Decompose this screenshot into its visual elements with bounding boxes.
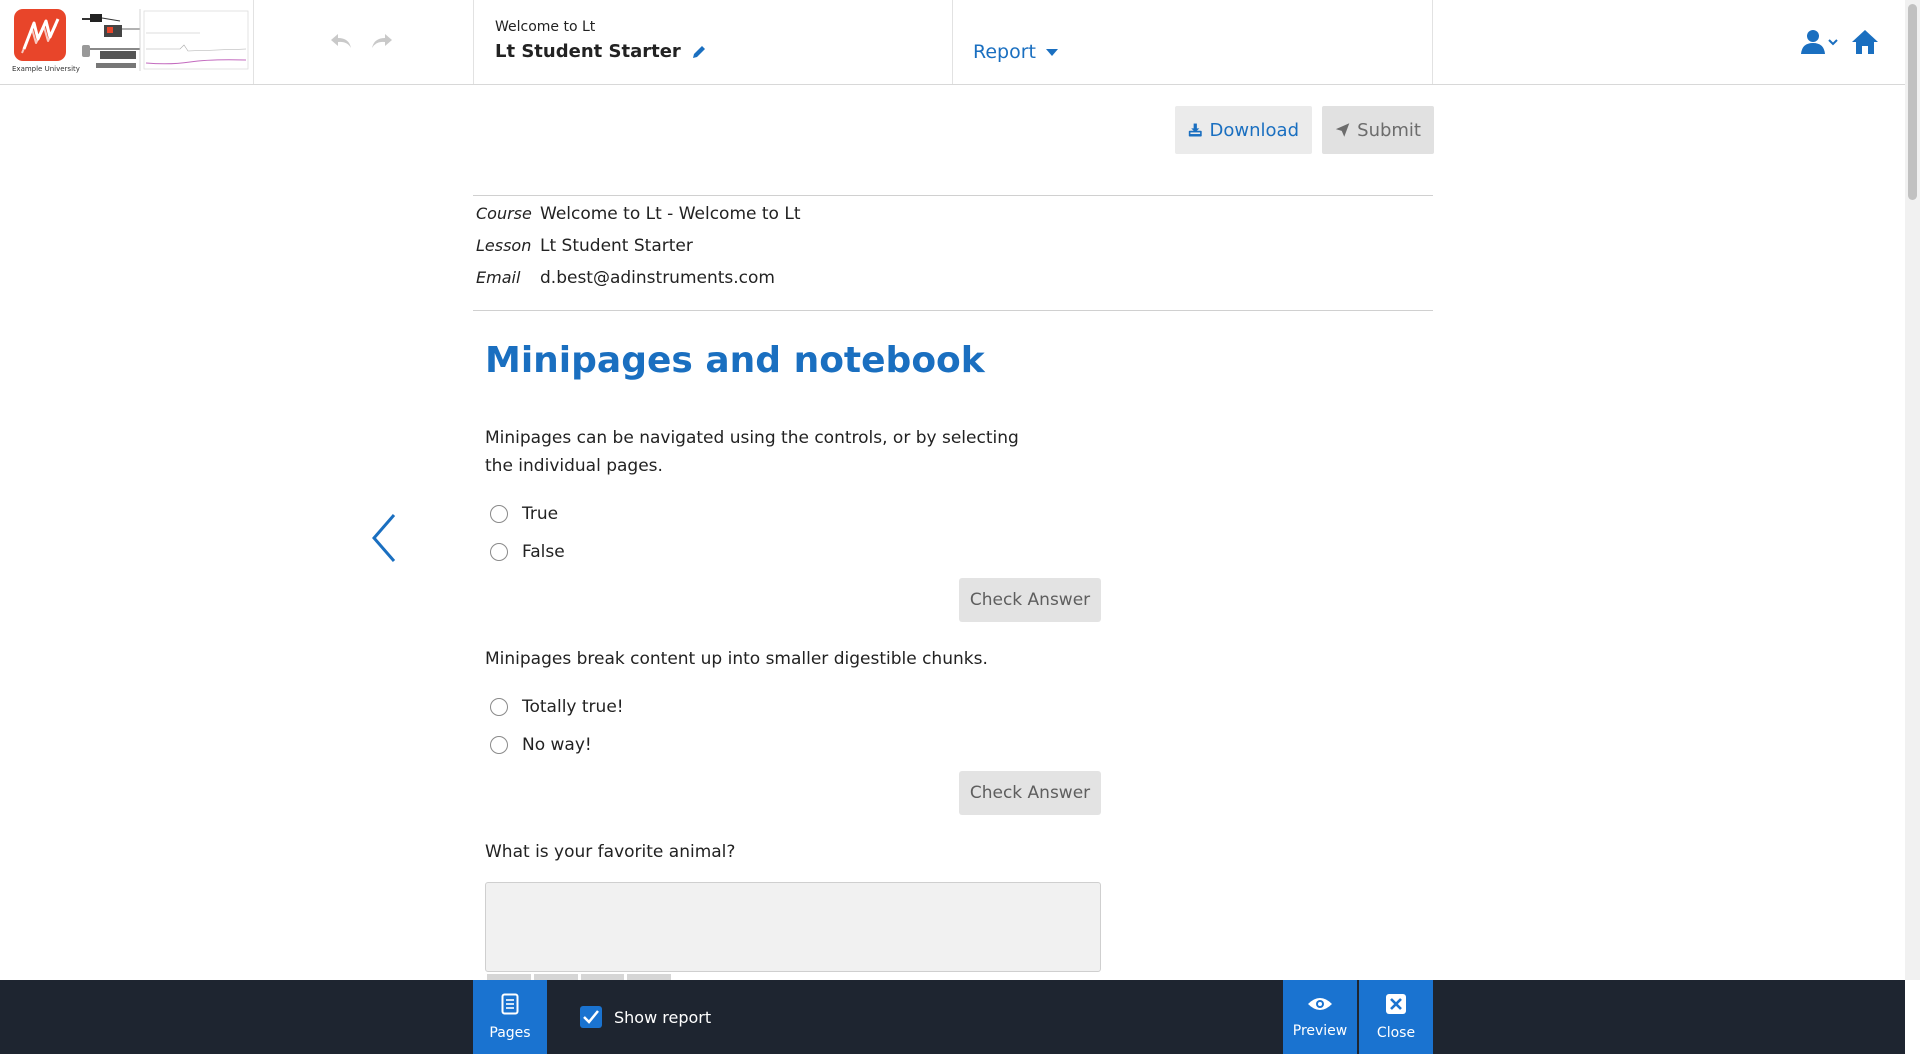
check-answer-button[interactable]: Check Answer <box>959 578 1101 622</box>
home-button[interactable] <box>1850 28 1880 56</box>
user-menu-button[interactable] <box>1800 28 1840 56</box>
option-totally-true[interactable]: Totally true! <box>490 697 624 717</box>
send-icon <box>1335 123 1350 137</box>
undo-button[interactable] <box>326 28 356 54</box>
redo-icon <box>372 34 392 48</box>
bottom-toolbar: Pages Show report Preview Close <box>0 980 1905 1054</box>
document-icon <box>501 993 519 1015</box>
report-label: Report <box>973 41 1036 63</box>
question-text: What is your favorite animal? <box>485 842 736 862</box>
meta-row-email: Email d.best@adinstruments.com <box>473 268 775 288</box>
check-answer-button[interactable]: Check Answer <box>959 771 1101 815</box>
lesson-title-area: Welcome to Lt Lt Student Starter <box>474 0 953 84</box>
meta-value: Lt Student Starter <box>540 236 693 256</box>
scrollbar-thumb[interactable] <box>1908 4 1917 200</box>
logo-caption: Example University <box>12 65 80 73</box>
show-report-checkbox[interactable] <box>580 1006 602 1028</box>
page-heading: Minipages and notebook <box>485 340 985 381</box>
option-label: Totally true! <box>522 697 624 717</box>
option-label: True <box>522 504 559 524</box>
redo-button[interactable] <box>367 28 397 54</box>
pages-label: Pages <box>489 1025 531 1041</box>
close-icon <box>1386 994 1406 1014</box>
page-title: Lt Student Starter <box>495 41 681 62</box>
checkmark-icon <box>583 1010 599 1024</box>
meta-value: d.best@adinstruments.com <box>540 268 775 288</box>
radio-button[interactable] <box>490 543 508 561</box>
radio-button[interactable] <box>490 736 508 754</box>
option-true[interactable]: True <box>490 504 558 524</box>
show-report-label: Show report <box>614 1007 712 1027</box>
pencil-icon[interactable] <box>691 44 707 60</box>
title-row: Lt Student Starter <box>495 41 707 62</box>
question-text: Minipages break content up into smaller … <box>485 649 988 669</box>
option-no-way[interactable]: No way! <box>490 735 592 755</box>
meta-key: Course <box>476 204 532 223</box>
pages-button[interactable]: Pages <box>473 980 547 1054</box>
logo-area[interactable]: Example University <box>0 0 254 84</box>
submit-label: Submit <box>1357 119 1421 141</box>
answer-text-area[interactable] <box>485 882 1101 972</box>
university-logo <box>14 9 66 61</box>
course-subtitle: Welcome to Lt <box>495 19 596 35</box>
user-icon <box>1801 30 1838 54</box>
top-header: Example University Welcome to Lt Lt Stud… <box>0 0 1905 85</box>
report-metadata: Course Welcome to Lt - Welcome to Lt Les… <box>473 195 1433 311</box>
report-actions: Download Submit <box>1175 106 1434 154</box>
eye-icon <box>1308 998 1332 1010</box>
option-label: No way! <box>522 735 592 755</box>
previous-page-button[interactable] <box>370 512 400 564</box>
download-icon <box>1188 123 1202 137</box>
home-icon <box>1852 30 1878 54</box>
vertical-scrollbar[interactable] <box>1905 0 1920 980</box>
meta-row-lesson: Lesson Lt Student Starter <box>473 236 693 256</box>
meta-key: Lesson <box>476 236 532 255</box>
report-dropdown[interactable]: Report <box>973 41 1058 63</box>
preview-button[interactable]: Preview <box>1283 980 1357 1054</box>
option-false[interactable]: False <box>490 542 565 562</box>
meta-value: Welcome to Lt - Welcome to Lt <box>540 204 801 224</box>
caret-down-icon <box>1045 48 1058 56</box>
preview-label: Preview <box>1292 1023 1348 1039</box>
meta-key: Email <box>476 268 521 287</box>
close-label: Close <box>1376 1025 1416 1041</box>
report-menu-area: Report <box>953 0 1433 84</box>
radio-button[interactable] <box>490 698 508 716</box>
submit-button[interactable]: Submit <box>1322 106 1434 154</box>
download-label: Download <box>1209 119 1299 141</box>
chevron-left-icon <box>372 514 396 562</box>
download-button[interactable]: Download <box>1175 106 1312 154</box>
meta-row-course: Course Welcome to Lt - Welcome to Lt <box>473 204 801 224</box>
close-button[interactable]: Close <box>1359 980 1433 1054</box>
show-report-toggle[interactable]: Show report <box>580 1006 711 1028</box>
lesson-thumbnail-icon <box>82 9 249 71</box>
radio-button[interactable] <box>490 505 508 523</box>
undo-icon <box>331 34 351 48</box>
option-label: False <box>522 542 565 562</box>
question-text: Minipages can be navigated using the con… <box>485 428 1019 476</box>
history-controls <box>254 0 474 84</box>
